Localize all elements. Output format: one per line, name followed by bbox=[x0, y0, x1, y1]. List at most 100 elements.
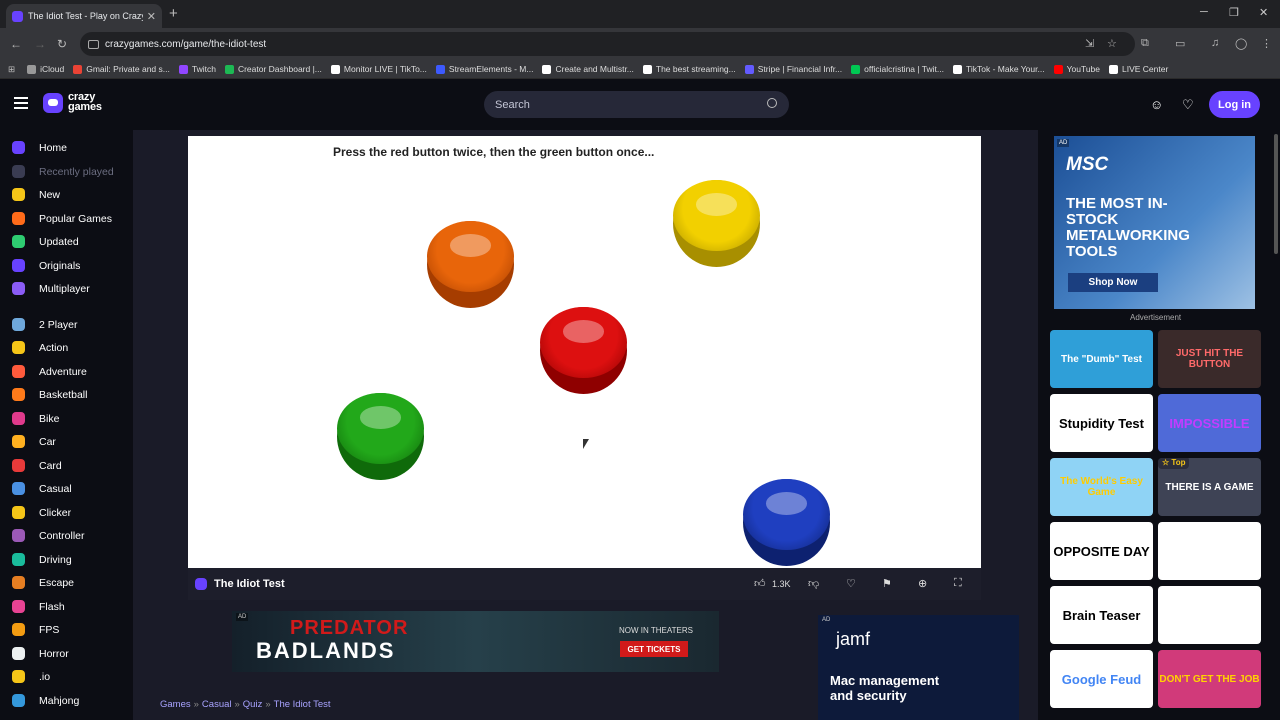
split-view-icon[interactable]: ▭ bbox=[1175, 37, 1185, 50]
game-thumbnail[interactable] bbox=[1158, 586, 1261, 644]
menu-kebab-icon[interactable]: ⋮ bbox=[1261, 37, 1272, 50]
sidebar-item-home[interactable]: Home bbox=[12, 141, 67, 154]
reload-icon[interactable]: ↻ bbox=[57, 37, 67, 51]
bookmark-item[interactable]: Create and Multistr... bbox=[542, 64, 634, 74]
game-thumbnail[interactable]: The "Dumb" Test bbox=[1050, 330, 1153, 388]
login-button[interactable]: Log in bbox=[1209, 91, 1260, 118]
sidebar-item-controller[interactable]: Controller bbox=[12, 529, 85, 542]
msc-ad-banner[interactable]: AD MSC THE MOST IN-STOCK METALWORKING TO… bbox=[1054, 136, 1255, 309]
search-input[interactable]: Search bbox=[484, 91, 789, 118]
search-icon[interactable] bbox=[767, 98, 777, 108]
site-info-icon[interactable] bbox=[88, 39, 99, 49]
sidebar-item-clicker[interactable]: Clicker bbox=[12, 506, 71, 519]
close-window-icon[interactable]: ✕ bbox=[1259, 6, 1268, 19]
sidebar-item-flash[interactable]: Flash bbox=[12, 600, 65, 613]
yellow-game-button[interactable] bbox=[673, 180, 760, 267]
bookmark-star-icon[interactable]: ☆ bbox=[1107, 37, 1117, 50]
sidebar-item-car[interactable]: Car bbox=[12, 435, 56, 448]
sidebar-item-popular-games[interactable]: Popular Games bbox=[12, 212, 112, 225]
green-game-button[interactable] bbox=[337, 393, 424, 480]
game-thumbnail[interactable]: JUST HIT THE BUTTON bbox=[1158, 330, 1261, 388]
bookmark-item[interactable]: LIVE Center bbox=[1109, 64, 1168, 74]
game-canvas[interactable]: Press the red button twice, then the gre… bbox=[188, 136, 981, 568]
sidebar-item-mahjong[interactable]: Mahjong bbox=[12, 694, 79, 707]
bookmark-item[interactable]: iCloud bbox=[27, 64, 64, 74]
bookmark-item[interactable]: Creator Dashboard |... bbox=[224, 64, 322, 74]
bookmark-item[interactable]: Twitch bbox=[178, 64, 216, 74]
game-thumbnail[interactable]: Stupidity Test bbox=[1050, 394, 1153, 452]
extensions-icon[interactable]: ⧉ bbox=[1141, 37, 1149, 50]
game-thumbnail[interactable]: The World's Easy Game bbox=[1050, 458, 1153, 516]
game-thumbnail[interactable]: IMPOSSIBLE bbox=[1158, 394, 1261, 452]
red-game-button[interactable] bbox=[540, 307, 627, 394]
sidebar-item-io[interactable]: .io bbox=[12, 670, 50, 683]
theater-mode-icon[interactable]: ⊕ bbox=[918, 577, 927, 590]
address-bar[interactable]: crazygames.com/game/the-idiot-test ⇲ ☆ bbox=[80, 32, 1135, 56]
sidebar-item-driving[interactable]: Driving bbox=[12, 553, 72, 566]
sidebar-item-basketball[interactable]: Basketball bbox=[12, 388, 87, 401]
get-tickets-button[interactable]: GET TICKETS bbox=[620, 641, 688, 657]
sidebar-item-originals[interactable]: Originals bbox=[12, 259, 80, 272]
sidebar-item-action[interactable]: Action bbox=[12, 341, 68, 354]
new-tab-button[interactable]: + bbox=[169, 5, 178, 22]
breadcrumb-link[interactable]: The Idiot Test bbox=[274, 699, 331, 710]
sidebar-item-card[interactable]: Card bbox=[12, 459, 62, 472]
restore-icon[interactable]: ❐ bbox=[1229, 6, 1239, 19]
minimize-icon[interactable]: ─ bbox=[1200, 6, 1208, 18]
feedback-icon[interactable]: ⚑ bbox=[882, 577, 892, 590]
bookmark-item[interactable]: Monitor LIVE | TikTo... bbox=[330, 64, 427, 74]
sidebar-item-adventure[interactable]: Adventure bbox=[12, 365, 87, 378]
blue-game-button[interactable] bbox=[743, 479, 830, 566]
predator-ad-banner[interactable]: AD PREDATOR BADLANDS NOW IN THEATERS GET… bbox=[232, 611, 719, 672]
game-thumbnail[interactable]: THERE IS A GAME ☆ Top bbox=[1158, 458, 1261, 516]
breadcrumb-link[interactable]: Casual bbox=[202, 699, 232, 710]
breadcrumb-link[interactable]: Games bbox=[160, 699, 191, 710]
sidebar-item-updated[interactable]: Updated bbox=[12, 235, 79, 248]
page-scrollbar[interactable] bbox=[1272, 130, 1280, 720]
bookmark-item[interactable]: TikTok - Make Your... bbox=[953, 64, 1045, 74]
sidebar-item-horror[interactable]: Horror bbox=[12, 647, 69, 660]
sidebar-item-fps[interactable]: FPS bbox=[12, 623, 59, 636]
site-logo-text[interactable]: crazy games bbox=[68, 92, 102, 113]
sidebar-item-recently-played[interactable]: Recently played bbox=[12, 165, 114, 178]
profile-icon[interactable]: ◯ bbox=[1235, 37, 1247, 50]
game-thumbnail[interactable]: OPPOSITE DAY bbox=[1050, 522, 1153, 580]
sidebar-item-bike[interactable]: Bike bbox=[12, 412, 59, 425]
sidebar-item-multiplayer[interactable]: Multiplayer bbox=[12, 282, 90, 295]
dislike-thumb-icon[interactable]: 👎︎ bbox=[808, 577, 819, 590]
game-thumbnail[interactable]: DON'T GET THE JOB bbox=[1158, 650, 1261, 708]
forward-icon[interactable]: → bbox=[34, 37, 46, 51]
game-thumbnail[interactable]: Google Feud bbox=[1050, 650, 1153, 708]
fullscreen-icon[interactable]: ⛶ bbox=[954, 577, 962, 590]
orange-game-button[interactable] bbox=[427, 221, 514, 308]
shop-now-button[interactable]: Shop Now bbox=[1068, 273, 1158, 292]
media-control-icon[interactable]: ♫ bbox=[1211, 37, 1219, 49]
close-tab-icon[interactable]: ✕ bbox=[147, 10, 156, 23]
sidebar-item-casual[interactable]: Casual bbox=[12, 482, 72, 495]
scrollbar-thumb[interactable] bbox=[1274, 134, 1278, 254]
bookmark-item[interactable]: StreamElements - M... bbox=[435, 64, 533, 74]
bookmark-item[interactable]: officialcristina | Twit... bbox=[851, 64, 944, 74]
favorites-heart-icon[interactable]: ♡ bbox=[1182, 97, 1194, 113]
browser-tab[interactable]: The Idiot Test - Play on Crazy ✕ bbox=[6, 4, 162, 28]
hamburger-menu-icon[interactable] bbox=[14, 97, 28, 109]
friends-icon[interactable]: ☺ bbox=[1150, 97, 1163, 112]
sidebar-item-escape[interactable]: Escape bbox=[12, 576, 74, 589]
game-thumbnail[interactable]: Brain Teaser bbox=[1050, 586, 1153, 644]
apps-grid-icon[interactable]: ⊞ bbox=[8, 64, 15, 75]
bookmark-item[interactable]: Stripe | Financial Infr... bbox=[744, 64, 842, 74]
favorite-heart-icon[interactable]: ♡ bbox=[846, 577, 856, 590]
bookmark-item[interactable]: YouTube bbox=[1053, 64, 1100, 74]
breadcrumb-link[interactable]: Quiz bbox=[243, 699, 263, 710]
bookmarks-bar: ⊞ iCloud Gmail: Private and s... Twitch Cre… bbox=[0, 60, 1280, 79]
bookmark-item[interactable]: Gmail: Private and s... bbox=[73, 64, 170, 74]
game-thumbnail[interactable] bbox=[1158, 522, 1261, 580]
bookmark-item[interactable]: The best streaming... bbox=[642, 64, 736, 74]
install-app-icon[interactable]: ⇲ bbox=[1085, 37, 1094, 50]
jamf-ad-banner[interactable]: AD jamf Mac management and security bbox=[818, 615, 1019, 720]
crazygames-logo-icon[interactable] bbox=[43, 93, 63, 113]
back-icon[interactable]: ← bbox=[10, 37, 22, 51]
like-thumb-icon[interactable]: 👍︎ bbox=[754, 577, 766, 590]
sidebar-item-2-player[interactable]: 2 Player bbox=[12, 318, 78, 331]
sidebar-item-new[interactable]: New bbox=[12, 188, 60, 201]
